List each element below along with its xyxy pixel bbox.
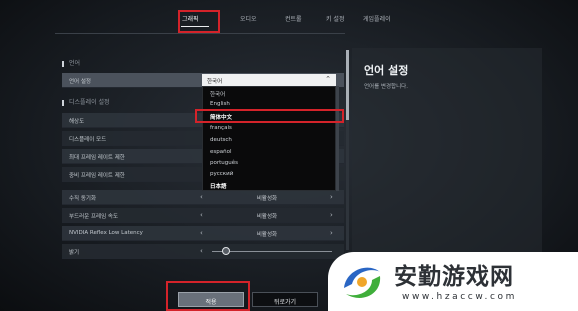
dropdown-option[interactable]: 日本語	[210, 182, 227, 190]
watermark-url: www.hzaccw.com	[402, 292, 517, 302]
dropdown-option[interactable]: русский	[210, 171, 233, 177]
panel-scrollbar-thumb[interactable]	[346, 50, 349, 120]
tab-highlight-box	[178, 10, 220, 33]
dropdown-option[interactable]: English	[210, 101, 230, 107]
row-vsync[interactable]: 수직 동기화 ‹ 비활성화 ›	[62, 190, 344, 205]
button-highlight-box	[166, 281, 250, 311]
row-label: 수직 동기화	[69, 196, 97, 202]
description-panel: 언어 설정 언어를 변경합니다.	[352, 48, 542, 258]
row-value: 비활성화	[256, 214, 278, 220]
row-smooth-framerate[interactable]: 부드러운 프레임 속도 ‹ 비활성화 ›	[62, 208, 344, 223]
dropdown-option[interactable]: português	[210, 160, 238, 166]
chevron-left-icon[interactable]: ‹	[200, 247, 203, 255]
row-value: 비활성화	[256, 196, 278, 202]
chevron-right-icon[interactable]: ›	[330, 211, 333, 219]
tab-gameplay[interactable]: 게임플레이	[363, 14, 391, 23]
language-dropdown[interactable]: 한국어 ⌃	[202, 74, 336, 86]
dropdown-option[interactable]: deutsch	[210, 137, 232, 143]
back-button[interactable]: 뒤로가기	[252, 292, 318, 307]
section-marker	[62, 99, 64, 106]
row-brightness[interactable]: 밝기 ‹	[62, 244, 344, 259]
chevron-up-icon: ⌃	[325, 75, 331, 83]
row-label: NVIDIA Reflex Low Latency	[69, 230, 143, 236]
row-nvidia-reflex[interactable]: NVIDIA Reflex Low Latency ‹ 비활성화 ›	[62, 226, 344, 241]
watermark: 安勤游戏网 www.hzaccw.com	[328, 252, 578, 311]
watermark-title: 安勤游戏网	[394, 264, 514, 290]
row-label: 중비 프레임 레이트 제한	[69, 173, 125, 179]
row-label: 해상도	[69, 119, 85, 125]
row-label: 언어 설정	[69, 79, 91, 85]
divider	[55, 33, 345, 34]
dropdown-option[interactable]: français	[210, 125, 232, 131]
brightness-slider-handle[interactable]	[221, 247, 230, 255]
option-highlight-box	[195, 109, 344, 123]
section-language-label: 언어	[69, 60, 81, 67]
brightness-slider-track[interactable]	[212, 251, 332, 252]
row-label: 디스플레이 모드	[69, 137, 107, 143]
watermark-logo-icon	[344, 267, 381, 298]
chevron-right-icon[interactable]: ›	[330, 229, 333, 237]
tab-key-settings[interactable]: 키 설정	[326, 14, 344, 23]
dropdown-option[interactable]: español	[210, 149, 232, 155]
dropdown-scrollbar[interactable]	[336, 86, 339, 191]
description-text: 언어를 변경합니다.	[364, 84, 408, 90]
tab-audio[interactable]: 오디오	[240, 14, 257, 23]
section-language: 언어	[62, 58, 80, 67]
row-label: 부드러운 프레임 속도	[69, 214, 119, 220]
dropdown-option[interactable]: 한국어	[210, 90, 225, 98]
section-display: 디스플레이 설정	[62, 97, 110, 106]
language-dropdown-value: 한국어	[207, 79, 223, 85]
row-label: 최대 프레임 레이트 제한	[69, 155, 125, 161]
row-label: 밝기	[69, 250, 80, 256]
section-display-label: 디스플레이 설정	[69, 99, 110, 106]
tab-controls[interactable]: 컨트롤	[285, 14, 302, 23]
description-title: 언어 설정	[364, 64, 409, 77]
row-value: 비활성화	[256, 232, 278, 238]
chevron-right-icon[interactable]: ›	[330, 193, 333, 201]
language-dropdown-list: 한국어 English 简体中文 français deutsch españo…	[202, 86, 336, 191]
section-marker	[62, 60, 64, 67]
